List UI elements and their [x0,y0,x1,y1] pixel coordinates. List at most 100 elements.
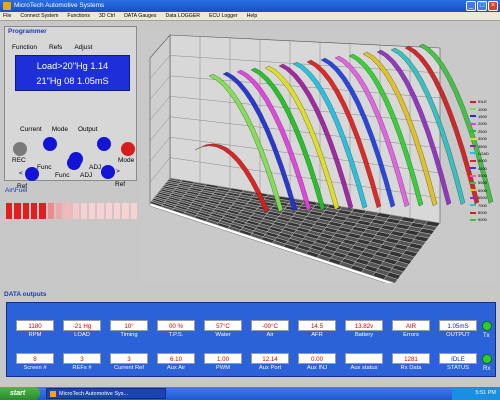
output-cell-timing: 10° Timing [110,320,148,340]
output-label: Aux Port [258,365,282,371]
data-outputs-panel: Tx Rx 1180 RPM -21 Hg LOAD 10° Timing 00 % T.P.… [6,302,496,377]
mode-button[interactable] [121,142,135,156]
output-value: 6.10 [157,353,195,364]
output-label: PWM [215,365,231,371]
legend-swatch [470,196,476,199]
output-value: 8 [16,353,54,364]
adj-label-bottom: ADJ [80,172,93,179]
output-label: STATUS [446,365,469,371]
legend-swatch [470,152,476,155]
menu-data-logger[interactable]: Data LOGGER [165,12,200,20]
output-cell-aux-port: 12.14 Aux Port [251,353,289,373]
adj-up-button[interactable] [97,137,111,151]
airfuel-segment [89,203,96,219]
minimize-button[interactable]: _ [466,1,476,11]
output-label: LOAD [74,332,90,338]
legend-item: 4500 [470,165,498,172]
output-label: Aux Air [166,365,186,371]
airfuel-title: Air\Fuel [5,187,28,194]
menu-file[interactable]: File [3,12,11,20]
airfuel-segment [30,203,38,219]
legend-label: 3000 [478,136,487,142]
legend-label: LOAD [478,150,489,156]
menu-help[interactable]: Help [247,12,258,20]
airfuel-segment [22,203,29,219]
legend-swatch [470,167,476,170]
output-label: OUTPUT [446,332,470,338]
output-label: Screen # [23,365,47,371]
output-cell-rpm: 1180 RPM [16,320,54,340]
label-adjust: Adjust [74,44,93,51]
airfuel-segment [122,203,129,219]
airfuel-segment [6,203,13,219]
legend-swatch [470,174,476,177]
output-cell-water: 57°C Water [204,320,242,340]
close-button[interactable]: × [488,1,498,11]
rec-label: REC [12,157,26,164]
legend-label: 9000 [478,217,487,223]
legend-item: 6000 [470,187,498,194]
label-mode: Mode [51,126,68,133]
output-cell-t-p-s: 00 % T.P.S. [157,320,195,340]
ref-right-button[interactable] [101,165,115,179]
legend-item: 8000 [470,209,498,216]
adj-label-top: ADJ [89,164,102,171]
output-label: Rx Data [400,365,422,371]
legend-swatch [470,145,476,148]
menu-ecu-logger[interactable]: ECU Logger [209,12,238,20]
menu-functions[interactable]: Functions [67,12,90,20]
legend-item: 3500 [470,142,498,149]
menu-3d-ctrl[interactable]: 3D Ctrl [99,12,115,20]
taskbar-app-item[interactable]: MicroTech Automotive Sys... [46,388,166,399]
menu-bar: File Connect System Functions 3D Ctrl DA… [0,12,500,21]
legend-swatch [470,115,476,118]
rx-indicator [482,354,492,364]
ref-left-button[interactable] [25,167,39,181]
func-adj-down-button[interactable] [67,156,81,170]
tx-label: Tx [483,333,490,339]
airfuel-segment [14,203,21,219]
menu-connect-system[interactable]: Connect System [20,12,58,20]
rec-button[interactable] [13,142,27,156]
output-label: Battery [354,332,374,338]
output-value: 13.82v [345,320,383,331]
legend-label: IDLE [478,99,487,105]
output-value: 00 % [157,320,195,331]
airfuel-segment [97,203,104,219]
output-cell-aux-inj: 0.00 Aux INJ [298,353,336,373]
start-button[interactable]: start [0,387,40,400]
maximize-button[interactable]: □ [477,1,487,11]
legend-label: 2000 [478,121,487,127]
ref-right-arrow: > [116,168,120,175]
legend-label: 1000 [478,106,487,112]
legend-swatch [470,137,476,140]
data-outputs-title: DATA outputs [4,291,47,298]
lcd-line-1: Load>20"Hg 1.14 [36,61,109,71]
airfuel-segment [114,203,121,219]
output-cell-status: IDLE STATUS [439,353,477,373]
window-title: MicroTech Automotive Systems [14,2,105,9]
func-up-button[interactable] [43,137,57,151]
rx-label: Rx [483,366,491,372]
legend-label: 6000 [478,187,487,193]
airfuel-segment [105,203,113,219]
output-value: 1.05mS [439,320,477,331]
output-label: Air [266,332,274,338]
airfuel-segment [80,203,88,219]
app-icon [50,391,56,397]
label-output: Output [77,126,98,133]
menu-data-gauges[interactable]: DATA Gauges [124,12,156,20]
output-value: AIR [392,320,430,331]
legend-item: 4000 [470,157,498,164]
title-bar: MicroTech Automotive Systems _ □ × [0,0,500,12]
airfuel-segment [55,203,63,219]
fuel-map-3d-chart[interactable] [140,28,498,283]
airfuel-segment [47,203,54,219]
programmer-title: Programmer [8,28,47,35]
ref-right-label: Ref [115,181,126,188]
label-function: Function [12,44,37,51]
legend-swatch [470,122,476,125]
clock: 5:51 PM [475,390,496,396]
output-cell-refs: 3 REFs # [63,353,101,373]
output-cell-battery: 13.82v Battery [345,320,383,340]
